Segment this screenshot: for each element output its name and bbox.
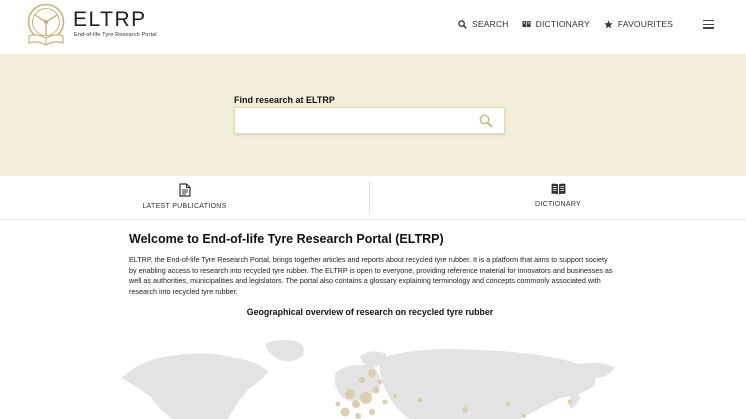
search-icon xyxy=(458,19,467,29)
nav-dictionary-link[interactable]: DICTIONARY xyxy=(522,19,590,29)
map-section-title: Geographical overview of research on rec… xyxy=(246,307,494,317)
logo-subtitle: End-of-life Tyre Research Portal xyxy=(74,32,157,38)
main-nav: SEARCH DICTIONARY FAVOURITES xyxy=(458,19,673,29)
star-icon xyxy=(604,19,613,28)
dictionary-link[interactable]: DICTIONARY xyxy=(370,176,746,220)
hamburger-menu-icon[interactable] xyxy=(703,20,714,30)
nav-search-label: SEARCH xyxy=(472,19,509,29)
eltrp-logo[interactable]: ELTRP End-of-life Tyre Research Portal xyxy=(21,2,161,46)
map-landmasses xyxy=(122,340,615,419)
page-title: Welcome to End-of-life Tyre Research Por… xyxy=(129,232,444,246)
book-icon xyxy=(522,21,531,28)
nav-favourites-label: FAVOURITES xyxy=(617,19,674,29)
search-heading: Find research at ELTRP xyxy=(234,95,335,105)
map-marker xyxy=(359,377,365,383)
map-marker xyxy=(506,402,510,406)
hero-search-section: Find research at ELTRP xyxy=(0,54,746,176)
map-marker xyxy=(352,400,360,408)
map-marker xyxy=(340,407,350,417)
map-marker xyxy=(462,407,468,413)
map-marker xyxy=(393,394,397,398)
nav-search-link[interactable]: SEARCH xyxy=(458,19,509,29)
intro-paragraph: ELTRP, the End-of-life Tyre Research Por… xyxy=(129,255,613,296)
research-world-map[interactable] xyxy=(110,338,635,419)
research-search-input[interactable] xyxy=(235,108,475,133)
logo-title: ELTRP xyxy=(73,8,147,31)
logo-tyre-book-icon xyxy=(27,3,65,46)
map-marker xyxy=(355,413,361,419)
nav-favourites-link[interactable]: FAVOURITES xyxy=(604,19,673,29)
nav-dictionary-label: DICTIONARY xyxy=(535,19,590,29)
latest-publications-link[interactable]: LATEST PUBLICATIONS xyxy=(0,176,369,220)
map-marker xyxy=(368,369,376,377)
map-marker xyxy=(345,389,355,399)
search-submit-icon[interactable] xyxy=(479,114,493,128)
map-marker xyxy=(372,386,380,394)
site-header: ELTRP End-of-life Tyre Research Portal S… xyxy=(0,0,746,54)
dictionary-label: DICTIONARY xyxy=(534,201,582,208)
latest-publications-label: LATEST PUBLICATIONS xyxy=(142,203,227,210)
map-marker xyxy=(377,379,383,385)
map-marker xyxy=(567,399,573,405)
map-marker xyxy=(382,399,388,405)
quick-links-bar: LATEST PUBLICATIONS DICTIONARY xyxy=(0,176,746,220)
document-icon xyxy=(178,183,191,197)
map-marker xyxy=(417,397,423,403)
map-marker xyxy=(369,409,375,415)
map-marker xyxy=(360,392,372,404)
map-marker xyxy=(522,414,526,418)
map-marker xyxy=(335,401,341,407)
search-box xyxy=(234,107,505,134)
book-icon xyxy=(551,183,565,195)
